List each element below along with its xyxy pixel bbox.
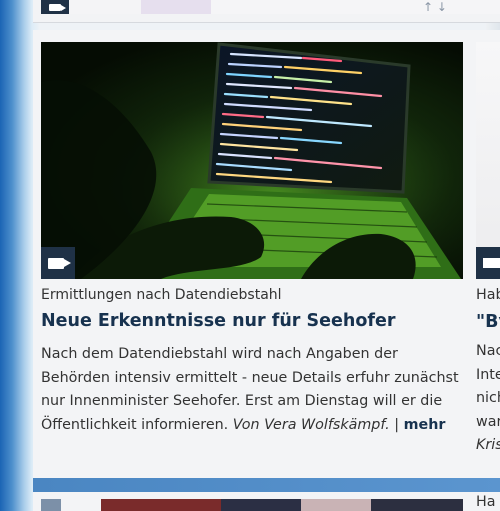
previous-teaser-card[interactable]: ↑ ↓	[33, 0, 500, 23]
video-camera-icon	[41, 0, 69, 14]
next-teaser-headline[interactable]: "By	[476, 312, 500, 332]
teaser-image[interactable]	[41, 42, 463, 279]
video-camera-icon	[41, 247, 75, 279]
next-teaser-text-line: Inte	[476, 367, 500, 383]
section-divider	[33, 478, 500, 492]
next-teaser-text-line: nich	[476, 390, 500, 406]
arrows-graphic: ↑ ↓	[423, 0, 447, 14]
next-teaser-topline[interactable]: Hab	[476, 287, 500, 303]
next-teaser-card[interactable]: Hab "By Nac Inte nich war Kris	[468, 30, 500, 478]
teaser-separator: |	[394, 416, 400, 433]
teaser-card: Ermittlungen nach Datendiebstahl Neue Er…	[33, 30, 495, 478]
teaser-topline[interactable]: Ermittlungen nach Datendiebstahl	[41, 287, 282, 303]
next-teaser-text-line: Kris	[476, 437, 500, 453]
following-teaser-image[interactable]	[41, 499, 463, 511]
teaser-text: Nach dem Datendiebstahl wird nach Angabe…	[41, 343, 471, 437]
next-teaser-image[interactable]	[476, 42, 500, 279]
more-link[interactable]: mehr	[404, 417, 446, 433]
video-camera-icon	[476, 247, 500, 279]
teaser-author: Von Vera Wolfskämpf.	[232, 416, 390, 433]
following-teaser-card[interactable]: Ha	[33, 492, 500, 511]
next-teaser-text-line: Nac	[476, 343, 500, 359]
next-teaser-text-line: war	[476, 414, 500, 430]
teaser-headline[interactable]: Neue Erkenntnisse nur für Seehofer	[41, 311, 395, 331]
laptop-code-image	[41, 42, 463, 279]
following-teaser-topline[interactable]: Ha	[476, 494, 496, 510]
